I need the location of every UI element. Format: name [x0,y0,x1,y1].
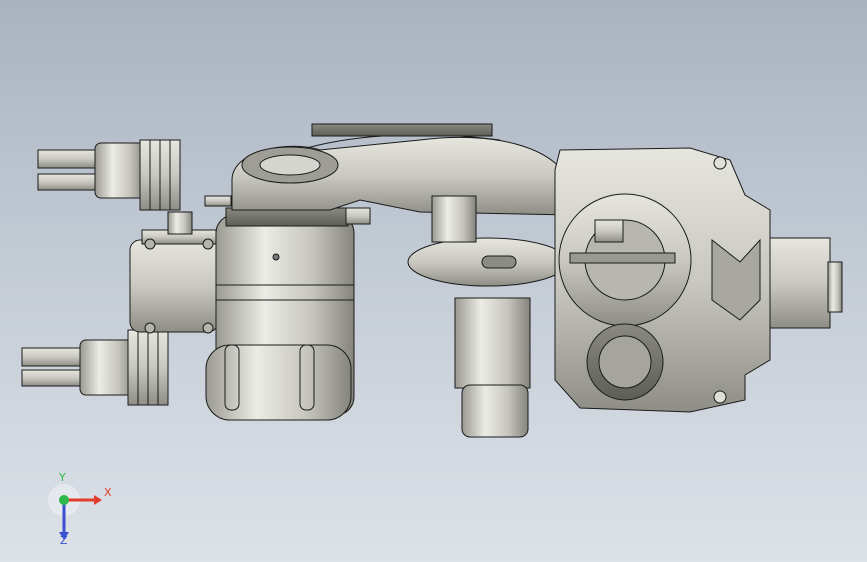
robot-arm-assembly[interactable] [0,0,867,562]
y-axis-label: Y [59,471,66,484]
y-axis-dot-icon [59,495,69,505]
x-axis-label: X [104,486,112,499]
gripper-bottom [21,329,169,406]
cad-viewport[interactable]: X Y Z [0,0,867,562]
upper-arm-link [231,123,571,225]
coordinate-triad: X Y Z [40,471,120,550]
gripper-top [37,139,181,211]
x-arrowhead-icon [94,495,102,505]
forearm-motor [205,207,355,421]
z-axis-label: Z [60,534,68,547]
